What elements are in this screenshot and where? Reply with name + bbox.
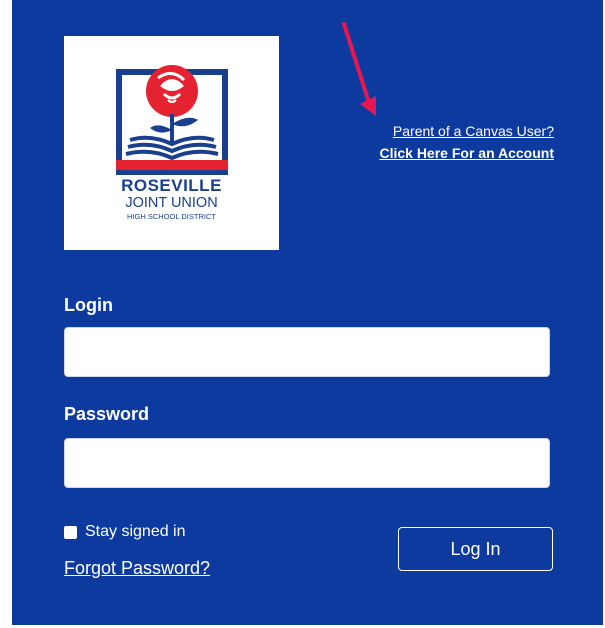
logo-text-joint-union: JOINT UNION <box>125 195 218 211</box>
forgot-password-link[interactable]: Forgot Password? <box>64 558 210 579</box>
stay-signed-in-control[interactable]: Stay signed in <box>64 523 186 541</box>
login-panel: ROSEVILLE JOINT UNION HIGH SCHOOL DISTRI… <box>12 0 603 625</box>
red-arrow-icon <box>342 22 376 116</box>
login-input[interactable] <box>64 327 550 377</box>
logo-text-roseville: ROSEVILLE <box>121 176 222 195</box>
login-label: Login <box>64 295 113 315</box>
district-logo: ROSEVILLE JOINT UNION HIGH SCHOOL DISTRI… <box>64 36 279 250</box>
log-in-button[interactable]: Log In <box>398 527 553 571</box>
stay-signed-in-label: Stay signed in <box>85 523 186 540</box>
password-label: Password <box>64 404 150 424</box>
stay-signed-in-checkbox[interactable] <box>64 525 77 539</box>
create-account-link[interactable]: Click Here For an Account <box>379 145 554 161</box>
password-input[interactable] <box>64 438 550 488</box>
logo-text-district: HIGH SCHOOL DISTRICT <box>127 212 216 221</box>
parent-canvas-user-link[interactable]: Parent of a Canvas User? <box>393 123 554 139</box>
